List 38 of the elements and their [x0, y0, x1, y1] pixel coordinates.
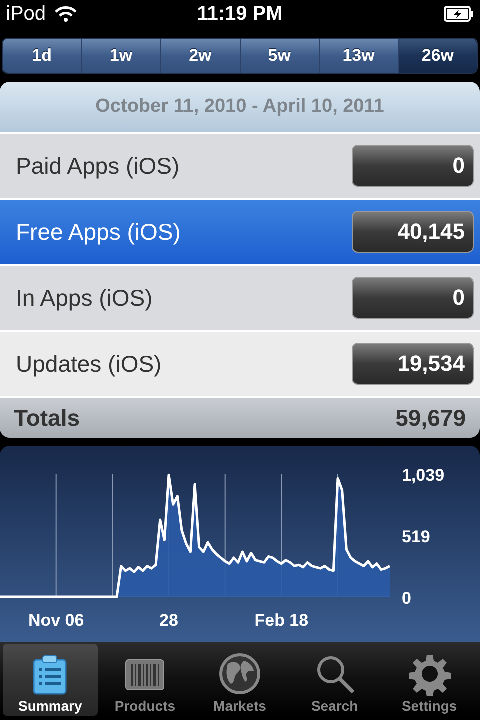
- tab-bar-item[interactable]: Products: [98, 644, 193, 716]
- globe-icon: [218, 652, 262, 696]
- tab-bar-item[interactable]: Search: [287, 644, 382, 716]
- row-label: Updates (iOS): [16, 350, 163, 378]
- carrier-name: iPod: [6, 2, 46, 26]
- category-row[interactable]: Paid Apps (iOS) 0: [0, 132, 480, 198]
- period-tab[interactable]: 13w: [320, 39, 399, 73]
- category-row[interactable]: Updates (iOS) 19,534: [0, 330, 480, 396]
- tab-bar-item[interactable]: Settings: [382, 644, 477, 716]
- count-badge: 40,145: [352, 211, 474, 253]
- count-badge: 19,534: [352, 343, 474, 385]
- axis-label: 0: [402, 589, 412, 608]
- tab-bar-item[interactable]: Summary: [3, 644, 98, 716]
- category-row[interactable]: In Apps (iOS) 0: [0, 264, 480, 330]
- category-row[interactable]: Free Apps (iOS) 40,145: [0, 198, 480, 264]
- count-badge: 0: [352, 145, 474, 187]
- row-label: In Apps (iOS): [16, 284, 154, 312]
- count-badge: 0: [352, 277, 474, 319]
- row-label: Free Apps (iOS): [16, 218, 182, 246]
- period-tab[interactable]: 5w: [240, 39, 320, 73]
- axis-label: Feb 18: [254, 611, 309, 630]
- period-tab[interactable]: 1w: [82, 39, 162, 73]
- axis-label: 1,039: [402, 466, 445, 485]
- battery-icon: [444, 6, 474, 22]
- totals-value: 59,679: [396, 404, 466, 432]
- tab-bar-item[interactable]: Markets: [192, 644, 288, 716]
- axis-label: 28: [160, 611, 178, 630]
- period-tab[interactable]: 26w: [398, 39, 477, 73]
- totals-label: Totals: [14, 404, 82, 432]
- period-tab[interactable]: 2w: [161, 39, 241, 73]
- period-tab[interactable]: 1d: [3, 39, 82, 73]
- date-range: October 11, 2010 - April 10, 2011: [0, 82, 480, 132]
- settings-icon: [408, 652, 452, 696]
- wifi-icon: [54, 5, 78, 23]
- status-time: 11:19 PM: [197, 2, 283, 26]
- axis-label: 519: [402, 528, 430, 547]
- row-label: Paid Apps (iOS): [16, 152, 181, 180]
- axis-label: Nov 06: [28, 611, 84, 630]
